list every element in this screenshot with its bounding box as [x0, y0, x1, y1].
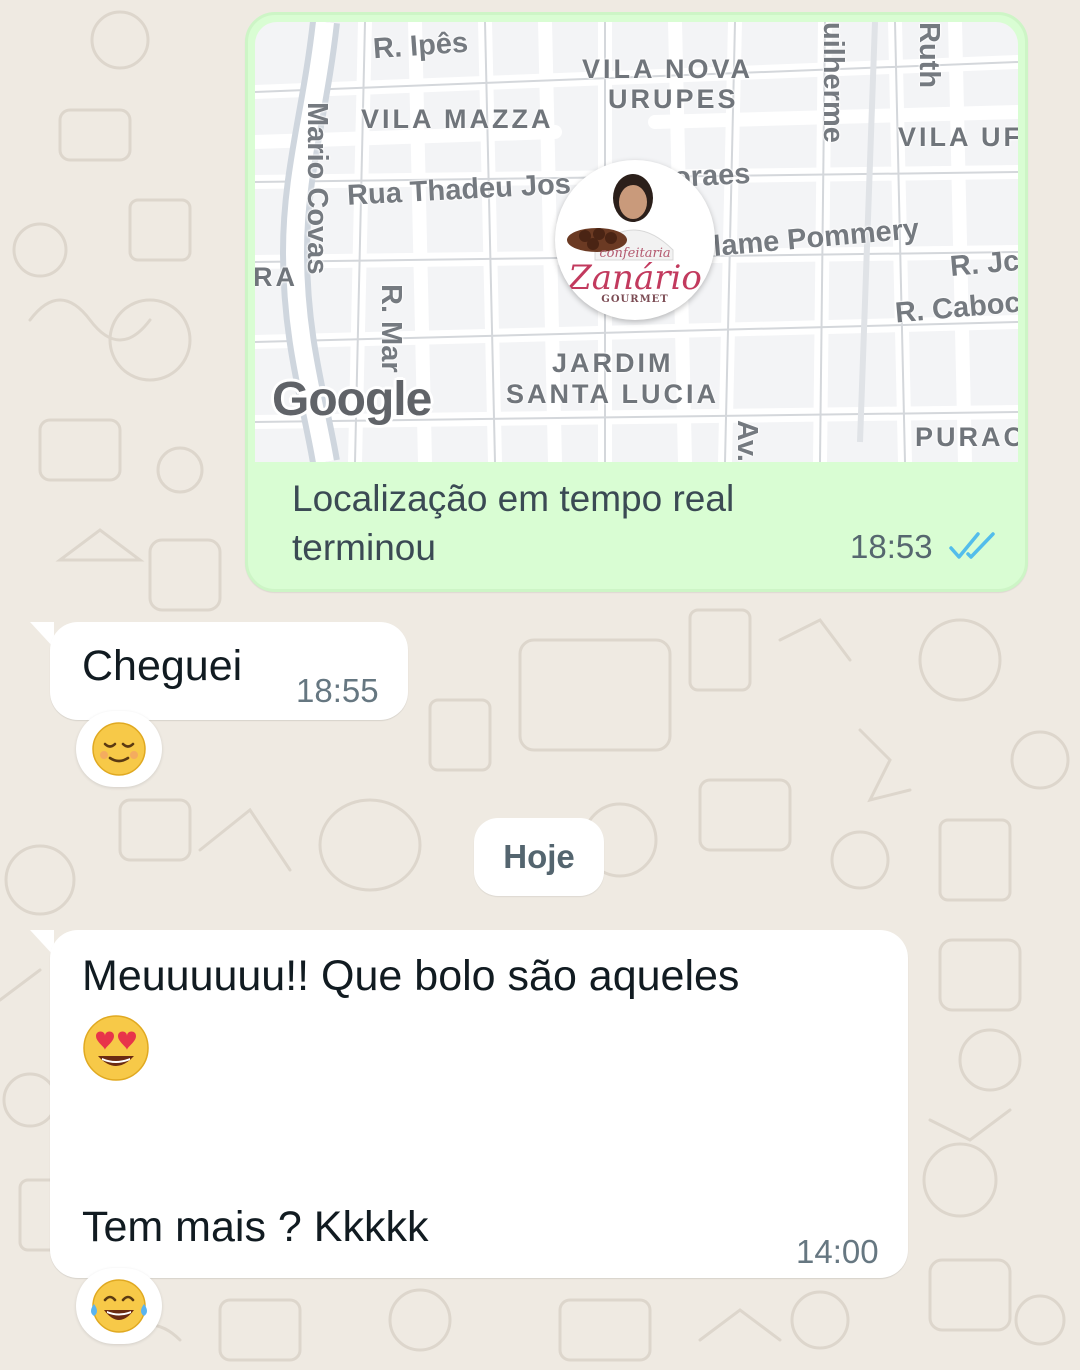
- map-district-label: VILA UF: [898, 122, 1018, 152]
- date-divider: Hoje: [474, 818, 604, 896]
- message-reaction[interactable]: [76, 1268, 162, 1344]
- map-street-label: uilherme: [817, 22, 849, 143]
- map-district-label: JARDIM: [552, 348, 674, 378]
- message-timestamp: 14:00: [796, 1233, 879, 1270]
- map-street-label: R. Mar: [375, 284, 407, 373]
- message-text-line: Tem mais ? Kkkkk: [82, 1203, 429, 1251]
- map-district-label: VILA NOVA: [582, 54, 754, 84]
- double-check-read-icon: [949, 532, 995, 559]
- tears-of-joy-emoji-icon: [91, 1279, 147, 1333]
- message-text: Cheguei: [82, 642, 243, 690]
- map-street-label: Mario Covas: [301, 102, 333, 275]
- message-timestamp: 18:53: [850, 528, 933, 565]
- map-district-label: RA: [255, 262, 298, 292]
- map-district-label: VILA MAZZA: [361, 104, 554, 134]
- map-district-label: PURAC: [915, 422, 1018, 452]
- map-street-label: R. Ipês: [371, 26, 470, 66]
- incoming-message-bubble[interactable]: Cheguei 18:55: [50, 622, 408, 720]
- live-location-status-text: Localização em tempo real terminou: [292, 478, 735, 568]
- map-street-label: Av.: [731, 420, 763, 462]
- heart-eyes-emoji-icon: [80, 1012, 152, 1089]
- brand-subtitle: GOURMET: [601, 294, 669, 305]
- map-street-label: Ruth: [913, 22, 945, 89]
- relieved-face-emoji-icon: [92, 722, 146, 776]
- message-text-line: Meuuuuuu!! Que bolo são aqueles: [82, 952, 740, 1000]
- message-timestamp: 18:55: [296, 672, 379, 709]
- message-reaction[interactable]: [76, 711, 162, 787]
- map-street-label: R. Jc: [948, 245, 1018, 283]
- google-logo: Google: [272, 373, 432, 426]
- map-district-label: SANTA LUCIA: [506, 379, 719, 409]
- sender-avatar-pin[interactable]: confeitaria Zanário GOURMET: [555, 160, 715, 320]
- map-district-label: URUPES: [608, 84, 739, 114]
- incoming-message-bubble[interactable]: Meuuuuuu!! Que bolo são aqueles Tem mais…: [50, 930, 908, 1278]
- brand-name: Zanário: [568, 258, 702, 298]
